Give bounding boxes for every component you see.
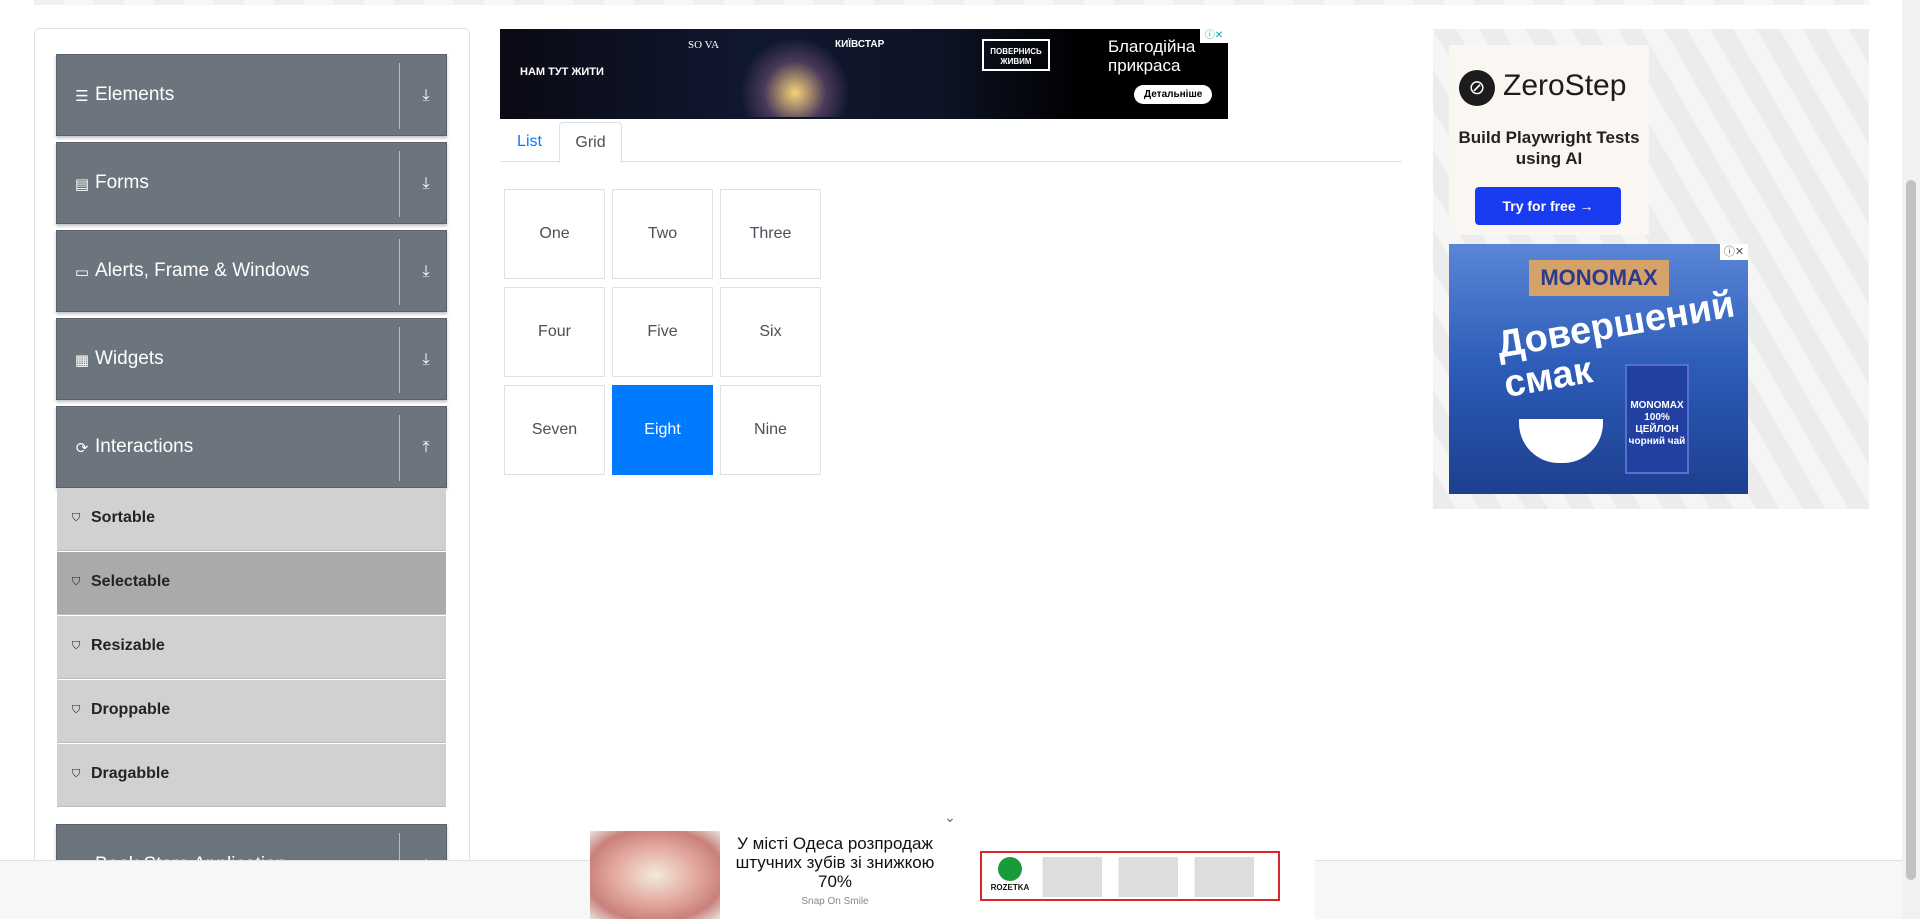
zerostep-tagline: Build Playwright Tests using AI [1458,128,1640,168]
grid-item-eight[interactable]: Eight [612,385,713,475]
ad-close-icon[interactable]: ⓘ✕ [1720,244,1748,260]
ad-text: У місті Одеса розпродаж штучних зубів зі… [735,834,935,891]
scrollbar-thumb[interactable] [1906,180,1916,880]
tea-box-image: MONOMAX 100% ЦЕЙЛОН чорний чай [1625,364,1689,474]
chevron-down-icon[interactable]: ⌄ [938,810,962,826]
grid-item-four[interactable]: Four [504,287,605,377]
rozetka-logo-icon [998,857,1022,881]
ad-logo: SO VA [688,39,720,51]
window-icon: ▭ [74,263,90,281]
monomax-slogan: Довершений смак [1493,283,1738,406]
ad-source: Snap On Smile [801,896,869,907]
expand-arrow-icon: ⤓ [422,173,430,192]
divider [399,151,400,217]
html5-icon: ⛉ [72,703,81,716]
top-strip [34,0,1870,5]
product-strip[interactable]: ROZETKA [980,851,1280,901]
monomax-ad[interactable]: MONOMAX Довершений смак MONOMAX 100% ЦЕЙ… [1449,244,1748,494]
tea-cup-image [1519,419,1603,463]
sidebar-group-label: Elements [95,84,175,105]
banner-ad[interactable]: НАМ ТУТ ЖИТИ SO VA КИЇВСТАР ПОВЕРНИСЬ ЖИ… [500,29,1228,119]
grid-item-one[interactable]: One [504,189,605,279]
left-sidebar: ☰ Elements ⤓ ▤ Forms ⤓ ▭ Alerts, Frame &… [34,28,470,919]
tab-list[interactable]: List [500,122,559,162]
grid-item-nine[interactable]: Nine [720,385,821,475]
document-icon: ▤ [74,175,90,193]
divider [399,415,400,481]
widgets-icon: ▦ [74,351,90,369]
store-name: ROZETKA [990,883,1030,892]
ad-image [590,831,720,919]
sidebar-group-elements[interactable]: ☰ Elements ⤓ [56,54,447,136]
zerostep-brand: ZeroStep [1503,69,1627,102]
ad-details-button[interactable]: Детальніше [1134,85,1213,104]
sidebar-group-widgets[interactable]: ▦ Widgets ⤓ [56,318,447,400]
product-image [1042,857,1102,897]
divider [399,327,400,393]
zerostep-logo-icon: ⊘ [1459,70,1495,106]
html5-icon: ⛉ [72,767,81,780]
rozetka-logo: ROZETKA [986,857,1034,897]
product-image [1118,857,1178,897]
sidebar-item-sortable[interactable]: ⛉ Sortable [57,488,446,551]
sidebar-item-selectable[interactable]: ⛉ Selectable [57,552,446,615]
collapse-arrow-icon: ⤒ [422,437,430,456]
ad-logo: КИЇВСТАР [835,39,885,50]
sidebar-item-droppable[interactable]: ⛉ Droppable [57,680,446,743]
ad-logo: НАМ ТУТ ЖИТИ [520,66,604,78]
hamburger-icon: ☰ [75,87,89,105]
grid-item-five[interactable]: Five [612,287,713,377]
expand-arrow-icon: ⤓ [422,85,430,104]
grid-item-two[interactable]: Two [612,189,713,279]
tab-grid[interactable]: Grid [559,122,622,163]
html5-icon: ⛉ [72,639,81,652]
html5-icon: ⛉ [72,511,81,524]
zerostep-ad[interactable]: ⊘ ZeroStep Build Playwright Tests using … [1449,45,1649,235]
grid-item-seven[interactable]: Seven [504,385,605,475]
refresh-icon: ⟳ [75,439,89,457]
tab-bar: List Grid [500,122,1402,163]
sidebar-item-label: Selectable [91,573,171,590]
sidebar-group-forms[interactable]: ▤ Forms ⤓ [56,142,447,224]
bottom-ad[interactable]: У місті Одеса розпродаж штучних зубів зі… [590,831,1315,919]
try-for-free-button[interactable]: Try for free → [1475,187,1621,225]
sidebar-group-label: Widgets [95,348,164,369]
ad-logo: ПОВЕРНИСЬ ЖИВИМ [982,39,1050,71]
sidebar-group-label: Forms [95,172,149,193]
sidebar-item-label: Resizable [91,637,165,654]
expand-arrow-icon: ⤓ [422,261,430,280]
sidebar-group-label: Interactions [95,436,194,457]
grid-item-six[interactable]: Six [720,287,821,377]
expand-arrow-icon: ⤓ [422,349,430,368]
sidebar-item-label: Droppable [91,701,171,718]
sidebar-item-label: Dragabble [91,765,170,782]
html5-icon: ⛉ [72,575,81,588]
divider [399,63,400,129]
ad-illustration [740,37,850,117]
sidebar-item-dragabble[interactable]: ⛉ Dragabble [57,744,446,807]
grid-item-three[interactable]: Three [720,189,821,279]
ad-close-icon[interactable]: ⓘ✕ [1200,29,1228,43]
divider [399,239,400,305]
sidebar-item-label: Sortable [91,509,156,526]
sidebar-group-label: Alerts, Frame & Windows [95,260,310,281]
product-image [1194,857,1254,897]
sidebar-group-alerts[interactable]: ▭ Alerts, Frame & Windows ⤓ [56,230,447,312]
sidebar-group-interactions[interactable]: ⟳ Interactions ⤒ [56,406,447,488]
sidebar-item-resizable[interactable]: ⛉ Resizable [57,616,446,679]
monomax-brand: MONOMAX [1529,260,1669,296]
